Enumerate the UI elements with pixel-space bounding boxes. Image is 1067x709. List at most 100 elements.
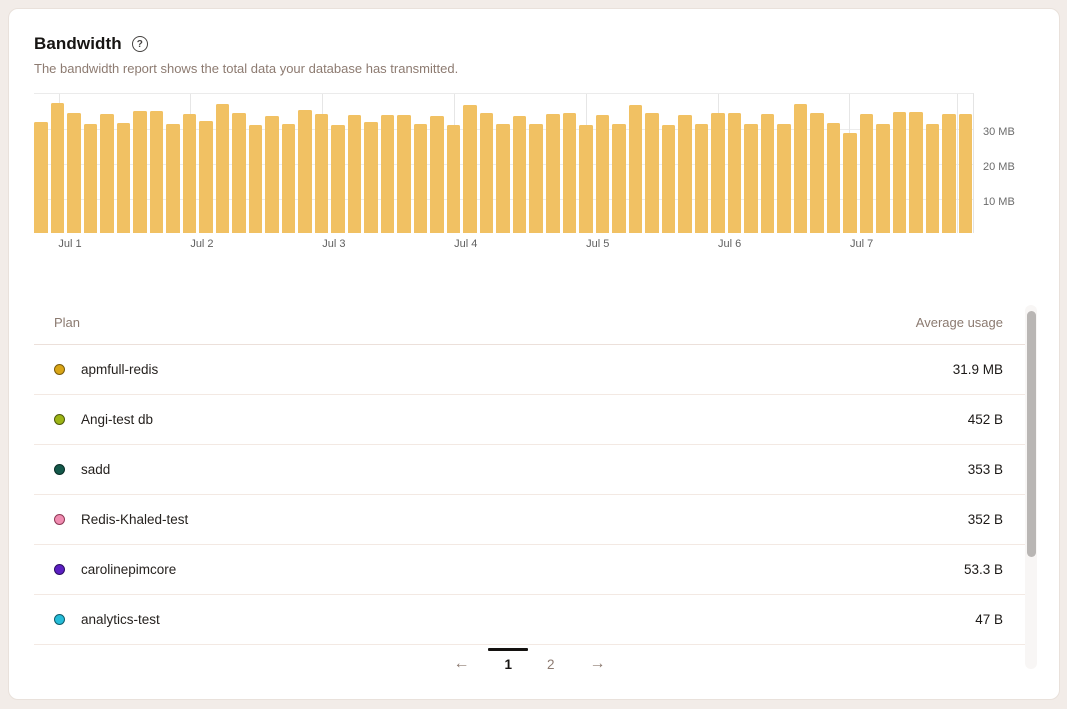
average-usage-value: 53.3 B [964, 562, 1003, 577]
chart-bar[interactable] [150, 111, 164, 233]
chart-bar[interactable] [794, 104, 808, 233]
average-usage-value: 352 B [968, 512, 1003, 527]
chart-bar[interactable] [265, 116, 279, 233]
chart-bar[interactable] [744, 124, 758, 233]
plan-cell: sadd [54, 462, 110, 477]
chart-bar[interactable] [959, 114, 973, 233]
vertical-scrollbar-thumb[interactable] [1027, 311, 1036, 557]
chart-bar[interactable] [893, 112, 907, 233]
page-number-1[interactable]: 1 [500, 655, 516, 674]
chart-bar[interactable] [827, 123, 841, 233]
average-usage-value: 31.9 MB [953, 362, 1003, 377]
x-tick-label: Jul 5 [586, 238, 609, 250]
chart-bar[interactable] [546, 114, 560, 233]
chart-bar[interactable] [117, 123, 131, 233]
chart-x-axis: Jul 1Jul 2Jul 3Jul 4Jul 5Jul 6Jul 7 [34, 233, 974, 255]
chart-bar[interactable] [315, 114, 329, 233]
chart-bar[interactable] [183, 114, 197, 233]
chart-plot-area[interactable] [34, 93, 974, 233]
chart-bar[interactable] [860, 114, 874, 233]
chart-bar[interactable] [496, 124, 510, 233]
chart-bar[interactable] [843, 133, 857, 233]
y-tick-label: 30 MB [983, 126, 1015, 138]
page-numbers: 12 [500, 655, 558, 674]
x-tick-label: Jul 6 [718, 238, 741, 250]
plan-name: carolinepimcore [81, 562, 176, 577]
bandwidth-card: Bandwidth ? The bandwidth report shows t… [8, 8, 1060, 700]
plan-color-dot-icon [54, 364, 65, 375]
plan-name: apmfull-redis [81, 362, 158, 377]
chart-bar[interactable] [777, 124, 791, 234]
chart-bar[interactable] [596, 115, 610, 233]
chart-bar[interactable] [662, 125, 676, 234]
table-row[interactable]: analytics-test47 B [34, 595, 1025, 645]
chart-bar[interactable] [926, 124, 940, 233]
card-header: Bandwidth ? [34, 34, 1034, 54]
table-row[interactable]: sadd 353 B [34, 445, 1025, 495]
chart-bar[interactable] [529, 124, 543, 233]
chart-bar[interactable] [447, 125, 461, 234]
chart-bar[interactable] [629, 105, 643, 234]
column-header-average-usage: Average usage [916, 315, 1003, 330]
chart-bar[interactable] [728, 113, 742, 233]
vertical-scrollbar-track[interactable] [1025, 305, 1037, 669]
chart-bar[interactable] [513, 116, 527, 233]
x-tick-label: Jul 2 [190, 238, 213, 250]
chart-bar[interactable] [414, 124, 428, 233]
chart-bar[interactable] [430, 116, 444, 233]
table-row[interactable]: carolinepimcore 53.3 B [34, 545, 1025, 595]
plan-name: Angi-test db [81, 412, 153, 427]
chart-bar[interactable] [381, 115, 395, 233]
plan-cell: apmfull-redis [54, 362, 158, 377]
chart-bar[interactable] [645, 113, 659, 233]
chart-bar[interactable] [563, 113, 577, 233]
next-page-arrow-icon[interactable]: → [586, 654, 610, 674]
chart-bar[interactable] [232, 113, 246, 233]
chart-bar[interactable] [133, 111, 147, 233]
average-usage-value: 353 B [968, 462, 1003, 477]
chart-bar[interactable] [364, 122, 378, 233]
plan-color-dot-icon [54, 514, 65, 525]
chart-bar[interactable] [612, 124, 626, 233]
x-tick-label: Jul 1 [58, 238, 81, 250]
chart-bar[interactable] [331, 125, 345, 233]
plan-usage-table-section: Plan Average usage apmfull-redis31.9 MBA… [34, 301, 1037, 645]
chart-bar[interactable] [480, 113, 494, 233]
chart-bar[interactable] [876, 124, 890, 234]
table-row[interactable]: apmfull-redis 31.9 MB [34, 345, 1025, 395]
chart-bar[interactable] [579, 125, 593, 234]
plan-color-dot-icon [54, 464, 65, 475]
chart-bar[interactable] [463, 105, 477, 233]
chart-bar[interactable] [678, 115, 692, 233]
chart-bar[interactable] [100, 114, 114, 233]
chart-bar[interactable] [282, 124, 296, 233]
chart-bar[interactable] [34, 122, 48, 233]
active-page-indicator [488, 648, 528, 651]
chart-bar[interactable] [761, 114, 775, 233]
chart-bar[interactable] [348, 115, 362, 233]
plan-cell: analytics-test [54, 612, 160, 627]
previous-page-arrow-icon[interactable]: ← [449, 654, 473, 674]
chart-bar[interactable] [711, 113, 725, 233]
chart-bar[interactable] [909, 112, 923, 234]
chart-bar[interactable] [199, 121, 213, 233]
chart-bar[interactable] [942, 114, 956, 233]
chart-bar[interactable] [67, 113, 81, 233]
chart-bar[interactable] [298, 110, 312, 234]
page-number-2[interactable]: 2 [543, 655, 559, 674]
table-row[interactable]: Redis-Khaled-test352 B [34, 495, 1025, 545]
chart-bar[interactable] [216, 104, 230, 233]
chart-bar[interactable] [695, 124, 709, 233]
chart-bar[interactable] [810, 113, 824, 233]
chart-bar[interactable] [166, 124, 180, 233]
chart-bar[interactable] [51, 103, 65, 234]
help-icon[interactable]: ? [132, 36, 148, 52]
plan-name: analytics-test [81, 612, 160, 627]
table-viewport: Plan Average usage apmfull-redis31.9 MBA… [34, 301, 1025, 645]
chart-bar[interactable] [84, 124, 98, 233]
page-title: Bandwidth [34, 34, 122, 54]
table-row[interactable]: Angi-test db452 B [34, 395, 1025, 445]
chart-bar[interactable] [397, 115, 411, 233]
chart-bar[interactable] [249, 125, 263, 233]
x-tick-label: Jul 7 [850, 238, 873, 250]
